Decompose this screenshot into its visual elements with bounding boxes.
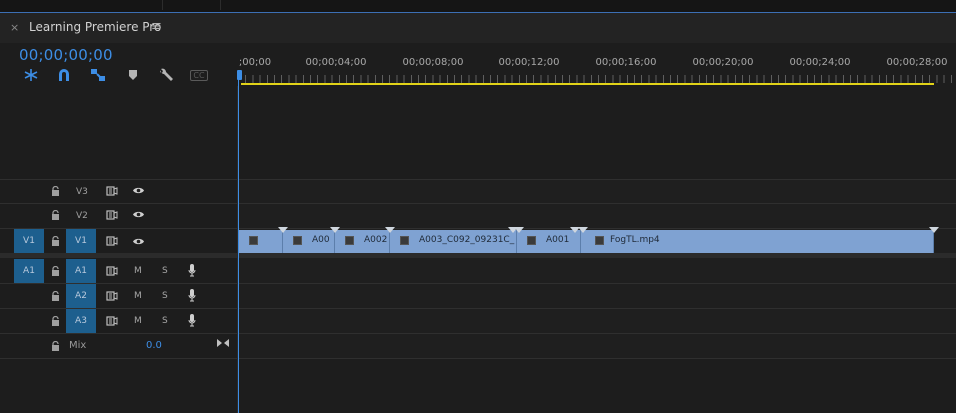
lock-icon[interactable]	[51, 266, 60, 276]
video-clip[interactable]	[239, 230, 283, 254]
video-clip[interactable]: FogTL.mp4	[581, 230, 934, 254]
mix-label: Mix	[69, 340, 87, 351]
sync-lock-icon[interactable]	[106, 316, 118, 326]
fx-badge-icon	[249, 236, 258, 245]
mute-button[interactable]: M	[134, 266, 142, 276]
video-clip[interactable]: A001	[517, 230, 581, 254]
microphone-icon[interactable]	[188, 289, 196, 302]
mix-resize-icon[interactable]	[217, 338, 229, 348]
snap-icon[interactable]	[55, 67, 73, 83]
microphone-icon[interactable]	[188, 264, 196, 277]
sync-lock-icon[interactable]	[106, 210, 118, 220]
mix-volume-value[interactable]: 0.0	[146, 340, 162, 351]
top-strip	[0, 0, 956, 12]
track-a2: A2 M S	[0, 284, 956, 309]
lock-icon[interactable]	[51, 316, 60, 326]
solo-button[interactable]: S	[162, 291, 168, 301]
ruler-ticks	[238, 75, 956, 83]
sequence-tab-title[interactable]: Learning Premiere Pro	[29, 20, 161, 34]
lock-icon[interactable]	[51, 186, 60, 196]
transition-marker[interactable]	[514, 227, 524, 233]
fx-badge-icon	[400, 236, 409, 245]
source-patch-a1[interactable]: A1	[14, 259, 44, 283]
sync-lock-icon[interactable]	[106, 291, 118, 301]
lock-icon[interactable]	[51, 236, 60, 246]
ruler-label: 00;00;08;00	[402, 57, 464, 68]
fx-badge-icon	[345, 236, 354, 245]
close-icon[interactable]: ×	[10, 21, 19, 34]
transition-marker[interactable]	[385, 227, 395, 233]
ruler-label: 00;00;16;00	[595, 57, 657, 68]
transition-marker[interactable]	[929, 227, 939, 233]
track-lane[interactable]	[238, 204, 956, 228]
track-v3: V3	[0, 179, 956, 204]
empty-video-space	[238, 86, 956, 179]
eye-icon[interactable]	[132, 186, 145, 195]
track-target-a1[interactable]: A1	[66, 259, 96, 283]
track-target-label[interactable]: V2	[76, 211, 88, 221]
track-target-label[interactable]: V3	[76, 187, 88, 197]
transition-marker[interactable]	[330, 227, 340, 233]
mute-button[interactable]: M	[134, 316, 142, 326]
sync-lock-icon[interactable]	[106, 236, 118, 246]
video-clip[interactable]: A002	[335, 230, 390, 254]
lock-icon[interactable]	[51, 341, 60, 351]
track-target-a2[interactable]: A2	[66, 284, 96, 308]
insert-overwrite-icon[interactable]	[22, 67, 40, 83]
source-patch-v1[interactable]: V1	[14, 229, 44, 253]
sync-lock-icon[interactable]	[106, 266, 118, 276]
panel-menu-icon[interactable]: ≡	[151, 19, 162, 34]
ruler-label: 00;00;24;00	[789, 57, 851, 68]
panel-tab-bar: × Learning Premiere Pro ≡	[0, 13, 956, 43]
transition-marker[interactable]	[578, 227, 588, 233]
wrench-icon[interactable]	[157, 67, 175, 83]
mute-button[interactable]: M	[134, 291, 142, 301]
fx-badge-icon	[527, 236, 536, 245]
ruler-label: ;00;00	[238, 57, 272, 68]
track-a1: A1 A1 M S	[0, 258, 956, 284]
solo-button[interactable]: S	[162, 316, 168, 326]
fx-badge-icon	[293, 236, 302, 245]
ruler-label: 00;00;20;00	[692, 57, 754, 68]
track-mix: Mix	[0, 334, 956, 359]
fx-badge-icon	[595, 236, 604, 245]
eye-icon[interactable]	[132, 237, 145, 246]
track-a3: A3 M S	[0, 309, 956, 334]
sync-lock-icon[interactable]	[106, 186, 118, 196]
microphone-icon[interactable]	[188, 314, 196, 327]
track-lane[interactable]	[238, 284, 956, 308]
lock-icon[interactable]	[51, 291, 60, 301]
video-clip[interactable]: A003_C092_09231C_	[390, 230, 517, 254]
transition-marker[interactable]	[278, 227, 288, 233]
ruler-label: 00;00;28;00	[886, 57, 948, 68]
track-v2: V2	[0, 204, 956, 229]
eye-icon[interactable]	[132, 210, 145, 219]
track-lane[interactable]	[238, 258, 956, 283]
solo-button[interactable]: S	[162, 266, 168, 276]
track-lane[interactable]	[238, 334, 956, 358]
track-lane[interactable]	[238, 180, 956, 203]
track-target-a3[interactable]: A3	[66, 309, 96, 333]
time-ruler[interactable]: ;00;00 00;00;04;00 00;00;08;00 00;00;12;…	[238, 48, 956, 86]
playhead-timecode[interactable]: 00;00;00;00	[19, 46, 113, 64]
linked-selection-icon[interactable]	[89, 67, 107, 83]
lock-icon[interactable]	[51, 210, 60, 220]
captions-icon[interactable]: CC	[190, 67, 208, 83]
ruler-label: 00;00;12;00	[498, 57, 560, 68]
playhead-line[interactable]	[238, 70, 239, 413]
ruler-label: 00;00;04;00	[305, 57, 367, 68]
track-target-v1[interactable]: V1	[66, 229, 96, 253]
track-lane[interactable]	[238, 309, 956, 333]
add-marker-icon[interactable]	[124, 67, 142, 83]
work-area-bar[interactable]	[241, 83, 934, 85]
video-clip[interactable]: A00	[283, 230, 335, 254]
